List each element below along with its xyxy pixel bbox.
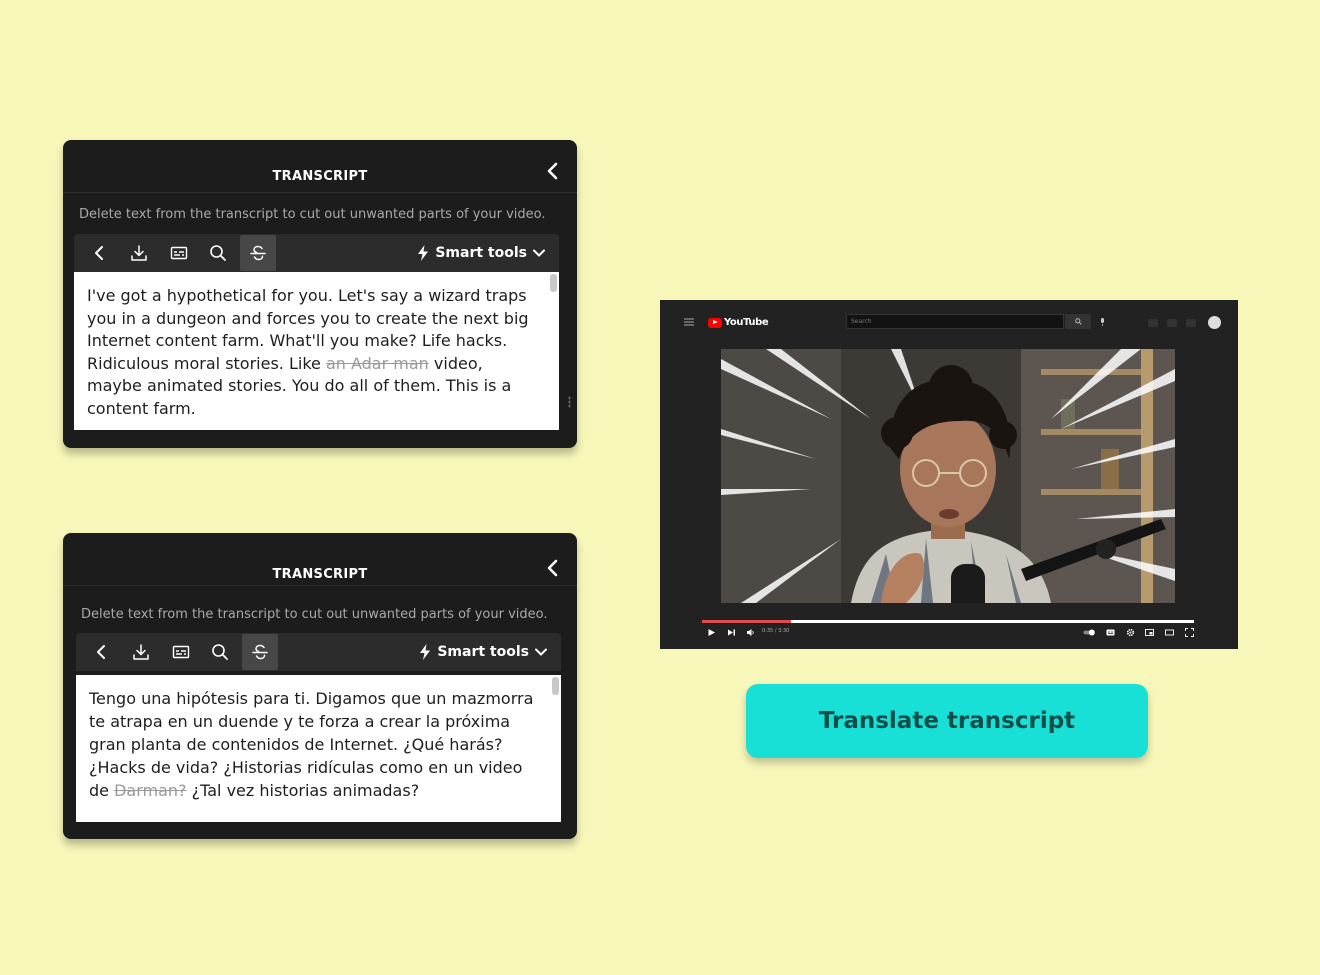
chevron-down-icon: [535, 648, 547, 656]
search-button[interactable]: [200, 235, 236, 271]
miniplayer-button[interactable]: [1145, 627, 1154, 637]
search-icon: [210, 245, 226, 261]
search-button[interactable]: [202, 634, 238, 670]
captions-button[interactable]: [1106, 627, 1115, 637]
microphone-icon[interactable]: [1100, 318, 1105, 326]
video-frame[interactable]: [721, 349, 1175, 603]
video-player-window: YouTube Search 0:35 / 3:30: [660, 300, 1238, 649]
volume-button[interactable]: [746, 627, 755, 637]
avatar[interactable]: [1208, 316, 1221, 329]
player-top-bar: YouTube Search: [660, 300, 1238, 344]
theater-mode-icon: [1165, 629, 1174, 635]
theater-mode-button[interactable]: [1165, 627, 1174, 637]
collapse-chevron-icon[interactable]: [546, 559, 560, 577]
download-button[interactable]: [123, 634, 159, 670]
strikethrough-icon: [252, 644, 268, 660]
miniplayer-icon: [1145, 628, 1154, 636]
progress-fill: [702, 620, 791, 623]
apps-icon[interactable]: [1167, 319, 1177, 327]
autoplay-toggle-icon: [1083, 629, 1095, 635]
transcript-toolbar: Smart tools: [74, 234, 559, 272]
fullscreen-button[interactable]: [1185, 627, 1194, 637]
video-thumbnail-image: [721, 349, 1175, 603]
download-button[interactable]: [121, 235, 157, 271]
panel-header: TRANSCRIPT: [63, 533, 577, 586]
fullscreen-icon: [1185, 627, 1194, 637]
collapse-chevron-icon[interactable]: [546, 162, 560, 180]
lightning-icon: [420, 644, 431, 660]
smart-tools-dropdown[interactable]: Smart tools: [417, 234, 545, 272]
back-icon: [95, 246, 103, 260]
subtitles-button[interactable]: [163, 634, 199, 670]
translate-transcript-button[interactable]: Translate transcript: [746, 684, 1148, 758]
transcript-editor[interactable]: I've got a hypothetical for you. Let's s…: [74, 272, 559, 430]
search-icon: [1074, 318, 1082, 325]
transcript-text-continued: ¿Tal vez historias animadas?: [186, 781, 420, 800]
next-button[interactable]: [727, 627, 736, 637]
smart-tools-label: Smart tools: [437, 644, 529, 660]
search-input[interactable]: Search: [846, 314, 1064, 329]
settings-button[interactable]: [1126, 627, 1135, 637]
scrollbar-thumb[interactable]: [552, 677, 559, 695]
play-logo-icon: [708, 317, 722, 328]
search-icon: [212, 644, 228, 660]
transcript-panel-spanish: TRANSCRIPT Delete text from the transcri…: [63, 533, 577, 839]
transcript-toolbar: Smart tools: [76, 633, 561, 671]
back-button[interactable]: [84, 634, 120, 670]
smart-tools-label: Smart tools: [435, 245, 527, 261]
panel-title: TRANSCRIPT: [272, 169, 368, 184]
notifications-icon[interactable]: [1186, 319, 1196, 327]
autoplay-toggle[interactable]: [1083, 627, 1096, 637]
subtitles-icon: [172, 645, 190, 659]
panel-description: Delete text from the transcript to cut o…: [81, 607, 548, 622]
strikethrough-button[interactable]: [242, 634, 278, 670]
lightning-icon: [418, 245, 429, 261]
captions-icon: [1106, 629, 1115, 635]
play-icon: [708, 628, 715, 636]
transcript-editor[interactable]: Tengo una hipótesis para ti. Digamos que…: [76, 675, 561, 822]
smart-tools-dropdown[interactable]: Smart tools: [419, 633, 547, 671]
back-button[interactable]: [82, 235, 118, 271]
skip-next-icon: [728, 629, 735, 635]
gear-icon: [1126, 628, 1135, 636]
create-icon[interactable]: [1148, 319, 1158, 327]
panel-header: TRANSCRIPT: [63, 140, 577, 193]
back-icon: [97, 645, 105, 659]
resize-handle[interactable]: [568, 396, 571, 408]
download-icon: [133, 644, 149, 660]
transcript-panel-english: TRANSCRIPT Delete text from the transcri…: [63, 140, 577, 448]
play-button[interactable]: [707, 627, 716, 637]
youtube-logo[interactable]: YouTube: [708, 317, 769, 328]
subtitles-icon: [170, 246, 188, 260]
volume-icon: [747, 628, 754, 636]
deleted-text[interactable]: an Adar man: [326, 354, 429, 373]
progress-bar[interactable]: [702, 620, 1194, 623]
subtitles-button[interactable]: [161, 235, 197, 271]
menu-icon[interactable]: [684, 318, 694, 326]
logo-text: YouTube: [724, 317, 769, 328]
scrollbar-thumb[interactable]: [550, 274, 557, 292]
deleted-text[interactable]: Darman?: [114, 781, 186, 800]
chevron-down-icon: [533, 249, 545, 257]
search-button[interactable]: [1065, 314, 1091, 329]
panel-description: Delete text from the transcript to cut o…: [79, 207, 546, 222]
panel-title: TRANSCRIPT: [272, 567, 368, 582]
strikethrough-icon: [250, 245, 266, 261]
download-icon: [131, 245, 147, 261]
time-readout: 0:35 / 3:30: [762, 628, 790, 634]
strikethrough-button[interactable]: [240, 235, 276, 271]
